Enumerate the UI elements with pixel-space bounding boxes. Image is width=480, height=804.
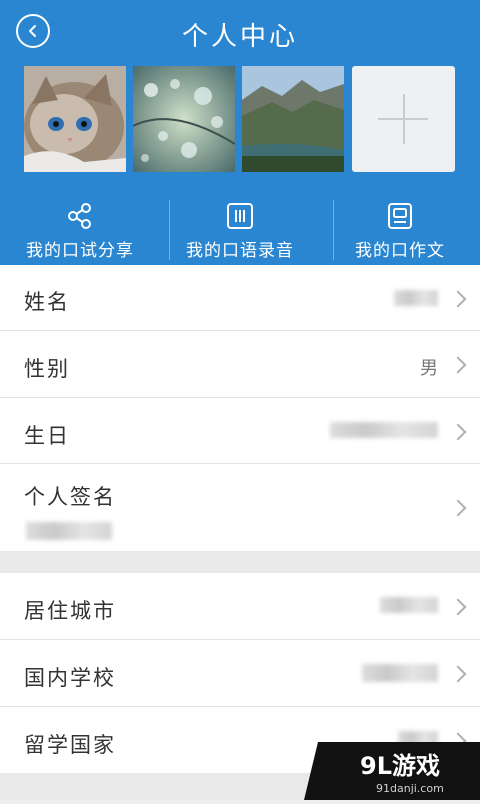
photo-strip — [24, 66, 455, 172]
signature-value-redacted — [26, 522, 112, 540]
tab-oral-test-share[interactable]: 我的口试分享 — [0, 196, 160, 265]
chevron-right-icon — [449, 499, 467, 517]
site-watermark: 9L游戏 91danji.com — [304, 742, 480, 800]
essay-card-icon — [388, 203, 412, 229]
tab-label: 我的口语录音 — [186, 241, 294, 261]
city-value-redacted — [380, 597, 438, 613]
chevron-right-icon — [449, 290, 467, 308]
tab-label: 我的口试分享 — [26, 241, 134, 261]
share-icon — [68, 203, 91, 229]
row-label: 居住城市 — [24, 599, 116, 623]
row-signature[interactable]: 个人签名 — [0, 464, 480, 551]
add-photo-button[interactable] — [352, 66, 455, 172]
row-label: 姓名 — [24, 290, 70, 314]
chevron-right-icon — [449, 423, 467, 441]
kitten-photo[interactable] — [24, 66, 126, 172]
row-label: 生日 — [24, 424, 70, 448]
chevron-right-icon — [449, 665, 467, 683]
row-label: 性别 — [24, 357, 70, 381]
page-title: 个人中心 — [181, 22, 298, 52]
tab-divider — [169, 200, 170, 260]
row-school[interactable]: 国内学校 — [0, 640, 480, 707]
water-drops-photo[interactable] — [133, 66, 235, 172]
watermark-brand: 9L游戏 — [360, 752, 440, 780]
tab-my-essay[interactable]: 我的口作文 — [320, 196, 480, 265]
school-value-redacted — [362, 664, 438, 682]
section-gap — [0, 551, 480, 573]
row-label: 国内学校 — [24, 666, 116, 690]
row-birthday[interactable]: 生日 — [0, 398, 480, 464]
profile-section: 姓名 性别 男 生日 个人签名 — [0, 265, 480, 551]
birthday-value-redacted — [330, 422, 438, 438]
gender-value: 男 — [420, 358, 438, 379]
row-gender[interactable]: 性别 男 — [0, 331, 480, 398]
row-city[interactable]: 居住城市 — [0, 573, 480, 640]
tab-divider — [333, 200, 334, 260]
row-label: 留学国家 — [24, 733, 116, 757]
profile-header: 个人中心 我的口试分享 我的口语录音 我的口作文 — [0, 0, 480, 265]
chevron-right-icon — [449, 598, 467, 616]
watermark-site: 91danji.com — [376, 782, 444, 795]
tab-bar: 我的口试分享 我的口语录音 我的口作文 — [0, 196, 480, 265]
tab-label: 我的口作文 — [355, 241, 445, 261]
tab-spoken-recording[interactable]: 我的口语录音 — [160, 196, 320, 265]
chevron-right-icon — [449, 356, 467, 374]
row-name[interactable]: 姓名 — [0, 265, 480, 331]
mountain-river-photo[interactable] — [242, 66, 344, 172]
audio-bars-icon — [227, 203, 253, 229]
row-label: 个人签名 — [24, 485, 116, 509]
name-value-redacted — [394, 290, 438, 306]
